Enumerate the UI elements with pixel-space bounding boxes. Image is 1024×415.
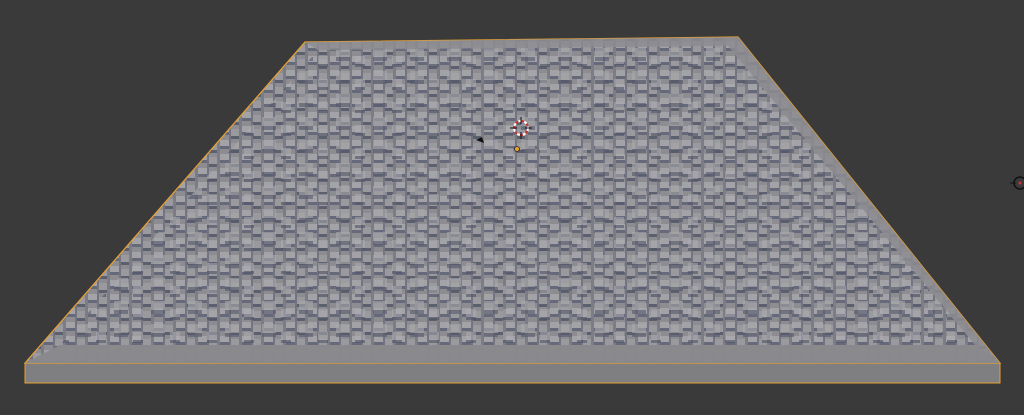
viewport-canvas[interactable] [0,0,1024,415]
city-mesh-detail [60,46,975,345]
mesh-base-side [24,362,1001,384]
light-icon[interactable] [1010,176,1024,190]
3d-viewport[interactable] [0,0,1024,415]
object-origin-icon [514,146,520,152]
mesh-rim-front [25,345,1000,363]
